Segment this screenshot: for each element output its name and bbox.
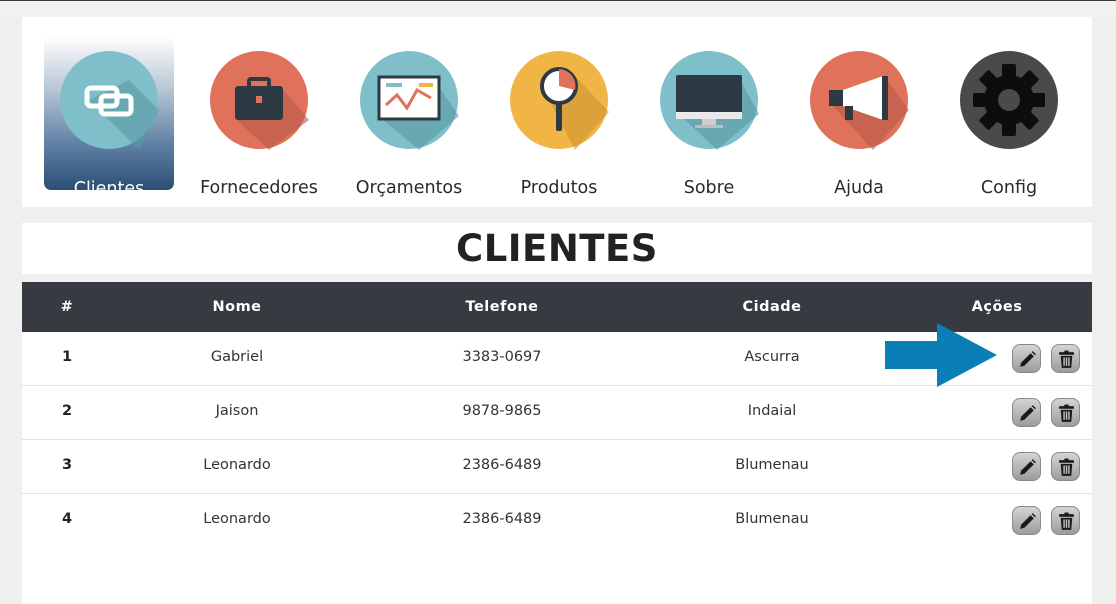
delete-button[interactable] [1051, 398, 1080, 427]
arrow-right-icon [885, 323, 997, 387]
magnifier-icon [510, 51, 609, 150]
pencil-icon [1020, 351, 1036, 367]
cell-telefone: 2386-6489 [462, 511, 542, 527]
megaphone-icon [810, 51, 909, 150]
nav-label-fornecedores: Fornecedores [200, 178, 318, 198]
nav-item-produtos[interactable]: Produtos [494, 36, 624, 197]
chart-board-icon [360, 51, 459, 150]
trash-icon [1059, 404, 1074, 422]
edit-button[interactable] [1012, 398, 1041, 427]
gear-icon [960, 51, 1058, 149]
delete-button[interactable] [1051, 506, 1080, 535]
nav-item-clientes[interactable]: Clientes [44, 36, 174, 198]
cell-num: 3 [61, 457, 73, 473]
nav-item-config[interactable]: Config [944, 36, 1074, 197]
page-title: CLIENTES [456, 227, 658, 270]
link-icon [60, 51, 159, 150]
cell-nome: Leonardo [203, 457, 271, 473]
monitor-icon [660, 51, 759, 150]
title-panel: CLIENTES [22, 223, 1092, 274]
nav-label-sobre: Sobre [683, 178, 735, 198]
nav-item-ajuda[interactable]: Ajuda [794, 36, 924, 197]
cell-cidade: Blumenau [735, 511, 809, 527]
table-row: 4 Leonardo 2386-6489 Blumenau [22, 494, 1092, 548]
edit-button[interactable] [1012, 344, 1041, 373]
cell-cidade: Indaial [747, 403, 797, 419]
cell-num: 4 [61, 511, 73, 527]
cell-nome: Leonardo [203, 511, 271, 527]
header-num: # [60, 299, 74, 315]
nav-label-clientes: Clientes [73, 179, 145, 199]
pencil-icon [1020, 405, 1036, 421]
nav-label-ajuda: Ajuda [834, 178, 884, 198]
cell-telefone: 9878-9865 [462, 403, 542, 419]
delete-button[interactable] [1051, 452, 1080, 481]
edit-button[interactable] [1012, 506, 1041, 535]
edit-button[interactable] [1012, 452, 1041, 481]
table-row: 3 Leonardo 2386-6489 Blumenau [22, 440, 1092, 494]
nav-label-produtos: Produtos [520, 178, 598, 198]
trash-icon [1059, 458, 1074, 476]
trash-icon [1059, 512, 1074, 530]
briefcase-icon [210, 51, 309, 150]
pencil-icon [1020, 513, 1036, 529]
header-telefone: Telefone [465, 299, 539, 315]
cell-telefone: 3383-0697 [462, 349, 542, 365]
delete-button[interactable] [1051, 344, 1080, 373]
cell-nome: Gabriel [210, 349, 264, 365]
trash-icon [1059, 350, 1074, 368]
cell-telefone: 2386-6489 [462, 457, 542, 473]
nav-item-orcamentos[interactable]: Orçamentos [344, 36, 474, 197]
cell-cidade: Blumenau [735, 457, 809, 473]
main-nav: Clientes Fornecedores Orçamentos Produto… [22, 17, 1092, 207]
window-top-strip [0, 0, 1116, 17]
nav-label-config: Config [980, 178, 1038, 198]
nav-item-fornecedores[interactable]: Fornecedores [194, 36, 324, 197]
cell-num: 1 [61, 349, 73, 365]
nav-label-orcamentos: Orçamentos [355, 178, 463, 198]
cell-cidade: Ascurra [744, 349, 800, 365]
cell-num: 2 [61, 403, 73, 419]
header-acoes: Ações [971, 299, 1023, 315]
table-row: 2 Jaison 9878-9865 Indaial [22, 386, 1092, 440]
cell-nome: Jaison [215, 403, 259, 419]
header-nome: Nome [212, 299, 262, 315]
header-cidade: Cidade [742, 299, 802, 315]
pencil-icon [1020, 459, 1036, 475]
nav-item-sobre[interactable]: Sobre [644, 36, 774, 197]
